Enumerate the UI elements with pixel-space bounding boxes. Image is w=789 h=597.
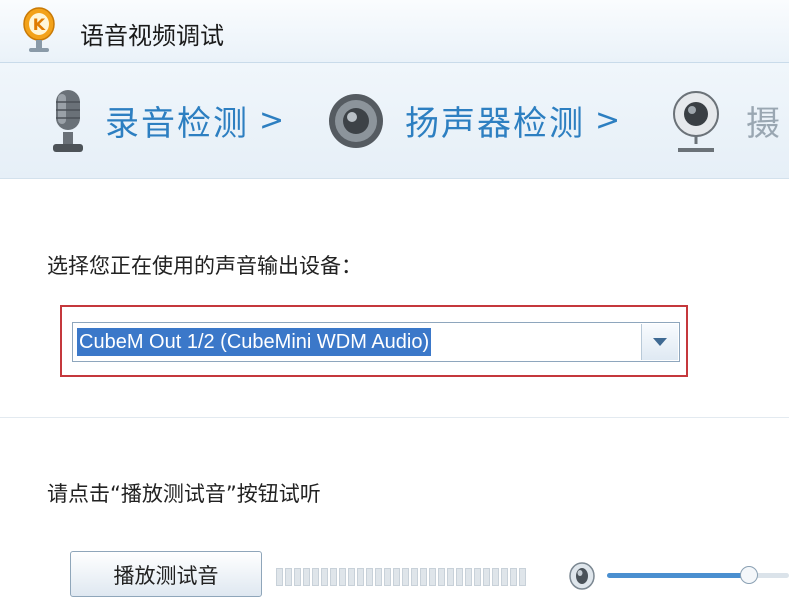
level-segment: [312, 568, 319, 586]
step-camera-test[interactable]: 摄: [668, 63, 782, 178]
level-segment: [483, 568, 490, 586]
volume-slider-fill: [607, 573, 749, 578]
level-segment: [303, 568, 310, 586]
level-segment: [339, 568, 346, 586]
level-segment: [276, 568, 283, 586]
level-segment: [375, 568, 382, 586]
svg-text:K: K: [33, 15, 46, 34]
title-bar: K 语音视频调试: [0, 0, 789, 63]
microphone-icon: [53, 89, 83, 152]
level-segment: [384, 568, 391, 586]
window-title: 语音视频调试: [80, 22, 224, 50]
output-device-select[interactable]: CubeM Out 1/2 (CubeMini WDM Audio): [72, 322, 680, 362]
step-speaker-test[interactable]: 扬声器检测 >: [325, 63, 620, 178]
level-segment: [438, 568, 445, 586]
level-segment: [420, 568, 427, 586]
level-segment: [366, 568, 373, 586]
level-segment: [510, 568, 517, 586]
webcam-icon: [673, 90, 719, 152]
output-device-prompt: 选择您正在使用的声音输出设备：: [47, 254, 362, 278]
volume-slider[interactable]: [607, 566, 789, 584]
level-segment: [456, 568, 463, 586]
level-segment: [429, 568, 436, 586]
level-segment: [501, 568, 508, 586]
output-level-meter: [276, 568, 526, 586]
chevron-down-icon: [653, 338, 667, 346]
level-segment: [321, 568, 328, 586]
test-sound-prompt: 请点击“播放测试音”按钮试听: [47, 482, 321, 506]
step-label: 扬声器检测: [405, 104, 585, 144]
play-test-sound-button[interactable]: 播放测试音: [70, 551, 262, 597]
level-segment: [474, 568, 481, 586]
step-label: 录音检测: [105, 104, 249, 144]
step-label: 摄: [746, 104, 782, 144]
level-segment: [285, 568, 292, 586]
dropdown-button[interactable]: [641, 324, 678, 360]
divider: [0, 417, 789, 418]
level-segment: [348, 568, 355, 586]
level-segment: [519, 568, 526, 586]
step-arrow: >: [595, 103, 621, 138]
volume-icon: [569, 562, 595, 590]
level-segment: [411, 568, 418, 586]
kugou-k-icon: K: [23, 7, 55, 52]
level-segment: [294, 568, 301, 586]
volume-slider-thumb[interactable]: [739, 566, 758, 584]
speaker-icon: [329, 93, 383, 148]
wizard-steps: 录音检测 > 扬声器检测 > 摄: [0, 63, 789, 179]
step-mic-test[interactable]: 录音检测 >: [45, 63, 284, 178]
step-arrow: >: [259, 103, 285, 138]
level-segment: [492, 568, 499, 586]
level-segment: [402, 568, 409, 586]
level-segment: [393, 568, 400, 586]
level-segment: [357, 568, 364, 586]
level-segment: [465, 568, 472, 586]
level-segment: [330, 568, 337, 586]
output-device-selected-value: CubeM Out 1/2 (CubeMini WDM Audio): [77, 328, 432, 356]
level-segment: [447, 568, 454, 586]
